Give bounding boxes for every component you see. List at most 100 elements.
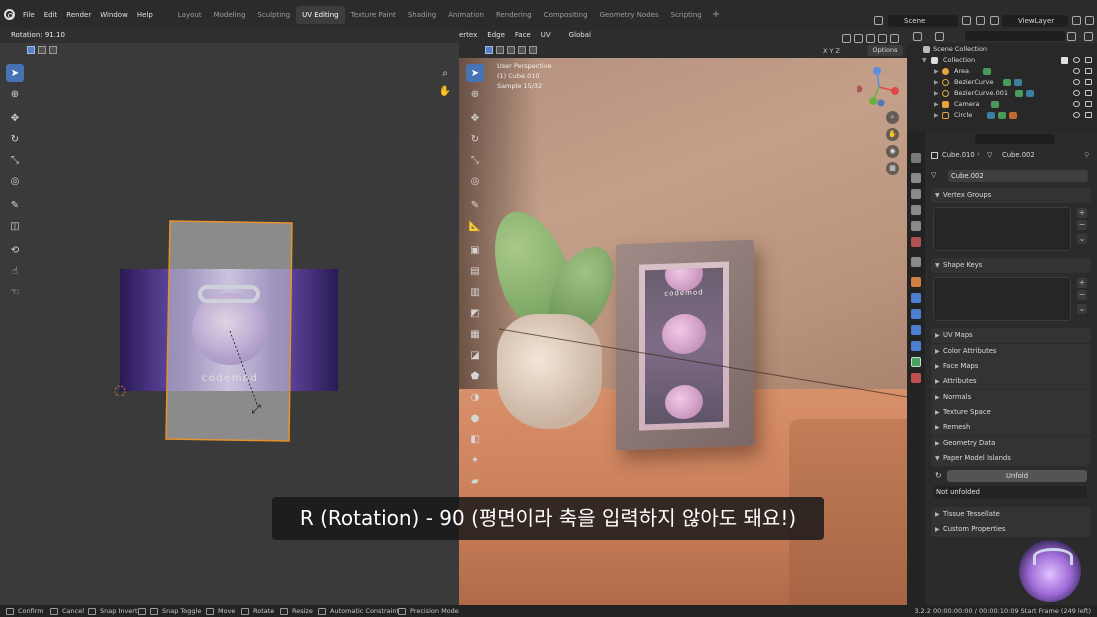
uv-island[interactable] bbox=[165, 220, 293, 442]
mesh-datablock-icon[interactable]: ▽ bbox=[931, 171, 936, 179]
world-tab-icon[interactable] bbox=[911, 237, 921, 247]
visibility-eye-icon[interactable] bbox=[1073, 101, 1080, 107]
remove-vertex-group-button[interactable]: − bbox=[1077, 220, 1087, 230]
modifier-tab-icon[interactable] bbox=[911, 293, 921, 303]
panel-remesh[interactable]: ▶ Remesh bbox=[931, 420, 1091, 435]
panel-uv-maps[interactable]: ▶ UV Maps bbox=[931, 328, 1091, 343]
expand-arrow-icon[interactable]: ▶ bbox=[934, 99, 939, 110]
collection-checkbox[interactable] bbox=[1061, 57, 1068, 64]
shape-key-menu-button[interactable]: ⌄ bbox=[1077, 304, 1087, 314]
knife-tool-icon[interactable]: ◪ bbox=[466, 346, 484, 364]
add-workspace-button[interactable]: + bbox=[708, 9, 724, 20]
add-cube-tool-icon[interactable]: ▣ bbox=[466, 241, 484, 259]
properties-editor[interactable]: Cube.010 › ▽ Cube.002 ⚲ ▽ Cube.002 ▼ Ver… bbox=[907, 131, 1097, 605]
panel-texture-space[interactable]: ▶ Texture Space bbox=[931, 405, 1091, 420]
material-tab-icon[interactable] bbox=[911, 373, 921, 383]
expand-arrow-icon[interactable]: ▼ bbox=[922, 55, 927, 66]
outliner-scene-collection[interactable]: Scene Collection bbox=[907, 44, 1097, 55]
vertex-mode-icon[interactable] bbox=[485, 46, 493, 54]
menu-vertex[interactable]: ertex bbox=[459, 31, 477, 39]
scene-close-icon[interactable] bbox=[976, 16, 985, 25]
cursor-tool-icon[interactable]: ⊕ bbox=[466, 85, 484, 103]
properties-search-input[interactable] bbox=[975, 134, 1055, 144]
menu-uv[interactable]: UV bbox=[541, 31, 551, 39]
pan-hand-icon[interactable]: ✋ bbox=[886, 128, 899, 141]
render-camera-icon[interactable] bbox=[1085, 79, 1092, 85]
tab-modeling[interactable]: Modeling bbox=[208, 6, 252, 24]
outliner-item-camera[interactable]: ▶ Camera bbox=[907, 99, 1097, 110]
mirror-axes[interactable]: X Y Z bbox=[823, 47, 840, 55]
shading-rendered-icon[interactable] bbox=[866, 34, 875, 43]
object-tab-icon[interactable] bbox=[911, 277, 921, 287]
render-camera-icon[interactable] bbox=[1085, 57, 1092, 63]
poly-build-tool-icon[interactable]: ⬟ bbox=[466, 367, 484, 385]
shading-solid-icon[interactable] bbox=[842, 34, 851, 43]
add-shape-key-button[interactable]: + bbox=[1077, 278, 1087, 288]
menu-edge[interactable]: Edge bbox=[487, 31, 505, 39]
shading-material-icon[interactable] bbox=[854, 34, 863, 43]
outliner-editor-icon[interactable] bbox=[913, 32, 922, 41]
panel-face-maps[interactable]: ▶ Face Maps bbox=[931, 359, 1091, 374]
new-collection-icon[interactable] bbox=[1084, 32, 1093, 41]
camera-view-icon[interactable]: ◉ bbox=[886, 145, 899, 158]
unfold-button[interactable]: Unfold bbox=[947, 470, 1087, 482]
vertex-group-menu-button[interactable]: ⌄ bbox=[1077, 234, 1087, 244]
shape-keys-list[interactable] bbox=[933, 277, 1071, 321]
collection-tab-icon[interactable] bbox=[911, 257, 921, 267]
tab-animation[interactable]: Animation bbox=[442, 6, 490, 24]
view-layer-close-icon[interactable] bbox=[1085, 16, 1094, 25]
mesh-name-field[interactable]: Cube.002 bbox=[948, 170, 1088, 182]
visibility-eye-icon[interactable] bbox=[1073, 68, 1080, 74]
visibility-eye-icon[interactable] bbox=[1073, 112, 1080, 118]
zoom-icon[interactable]: ⌕ bbox=[886, 111, 899, 124]
select-tool-icon[interactable]: ➤ bbox=[466, 64, 484, 82]
panel-tissue-tessellate[interactable]: ▶ Tissue Tessellate bbox=[931, 507, 1091, 522]
bevel-tool-icon[interactable]: ◩ bbox=[466, 304, 484, 322]
menu-edit[interactable]: Edit bbox=[44, 11, 58, 19]
tab-sculpting[interactable]: Sculpting bbox=[251, 6, 296, 24]
tab-compositing[interactable]: Compositing bbox=[538, 6, 594, 24]
shrink-tool-icon[interactable]: ✦ bbox=[466, 451, 484, 469]
remove-shape-key-button[interactable]: − bbox=[1077, 290, 1087, 300]
menu-file[interactable]: File bbox=[23, 11, 35, 19]
extrude-tool-icon[interactable]: ▤ bbox=[466, 262, 484, 280]
view-layer-field[interactable]: ViewLayer bbox=[1002, 15, 1068, 27]
visibility-eye-icon[interactable] bbox=[1073, 90, 1080, 96]
scene-copy-icon[interactable] bbox=[962, 16, 971, 25]
view-layer-tab-icon[interactable] bbox=[911, 205, 921, 215]
display-mode-icon[interactable] bbox=[935, 32, 944, 41]
menu-help[interactable]: Help bbox=[137, 11, 153, 19]
scene-tab-icon[interactable] bbox=[911, 221, 921, 231]
inset-tool-icon[interactable]: ▥ bbox=[466, 283, 484, 301]
visibility-eye-icon[interactable] bbox=[1073, 79, 1080, 85]
refresh-icon[interactable]: ↻ bbox=[935, 471, 942, 480]
outliner-item-beziercurve-001[interactable]: ▶ BezierCurve.001 bbox=[907, 88, 1097, 99]
visibility-eye-icon[interactable] bbox=[1073, 57, 1080, 63]
panel-custom-properties[interactable]: ▶ Custom Properties bbox=[931, 522, 1091, 537]
filter-icon[interactable] bbox=[1067, 32, 1076, 41]
physics-tab-icon[interactable] bbox=[911, 325, 921, 335]
pin-icon[interactable]: ⚲ bbox=[1084, 151, 1089, 159]
tab-uv-editing[interactable]: UV Editing bbox=[296, 5, 345, 24]
face-mode-icon[interactable] bbox=[507, 46, 515, 54]
panel-shape-keys[interactable]: ▼ Shape Keys bbox=[931, 258, 1091, 273]
outliner-search-input[interactable] bbox=[965, 31, 1065, 41]
loop-cut-tool-icon[interactable]: ▦ bbox=[466, 325, 484, 343]
smooth-tool-icon[interactable]: ● bbox=[466, 409, 484, 427]
tab-scripting[interactable]: Scripting bbox=[665, 6, 708, 24]
spin-tool-icon[interactable]: ◑ bbox=[466, 388, 484, 406]
tab-texture-paint[interactable]: Texture Paint bbox=[345, 6, 402, 24]
panel-color-attributes[interactable]: ▶ Color Attributes bbox=[931, 344, 1091, 359]
expand-arrow-icon[interactable]: ▶ bbox=[934, 77, 939, 88]
view-layer-icon[interactable] bbox=[990, 16, 999, 25]
add-vertex-group-button[interactable]: + bbox=[1077, 208, 1087, 218]
scale-tool-icon[interactable]: ⤡ bbox=[466, 151, 484, 169]
tab-rendering[interactable]: Rendering bbox=[490, 6, 538, 24]
outliner-item-beziercurve[interactable]: ▶ BezierCurve bbox=[907, 77, 1097, 88]
edge-slide-tool-icon[interactable]: ◧ bbox=[466, 430, 484, 448]
vertex-groups-list[interactable] bbox=[933, 207, 1071, 251]
pause-render-icon[interactable] bbox=[890, 34, 899, 43]
options-dropdown[interactable]: Options bbox=[867, 45, 903, 56]
mesh-data-tab-icon[interactable] bbox=[911, 357, 921, 367]
outliner-collection[interactable]: ▼ Collection bbox=[907, 55, 1097, 66]
